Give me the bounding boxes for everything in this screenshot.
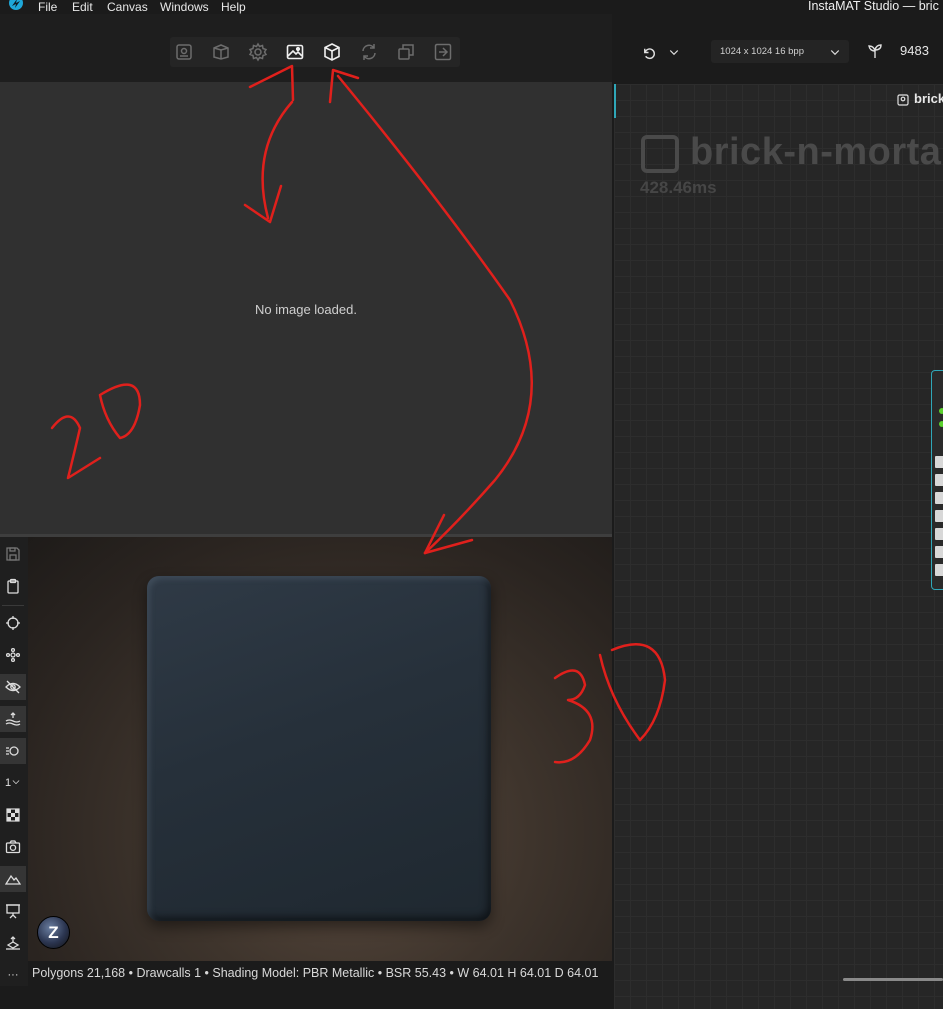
seedling-icon: [868, 44, 882, 58]
uv-set-tool[interactable]: 1: [0, 770, 26, 796]
preview-cube-mesh: [147, 576, 491, 921]
node-graph-canvas[interactable]: [614, 84, 943, 1009]
graph-tab-icon: [897, 94, 909, 106]
menu-bar: File Edit Canvas Windows Help InstaMAT S…: [0, 0, 943, 14]
menu-file[interactable]: File: [38, 0, 57, 14]
graph-horizontal-scrollbar[interactable]: [843, 978, 943, 981]
random-seed-value[interactable]: 9483: [900, 43, 929, 58]
menu-windows[interactable]: Windows: [160, 0, 209, 14]
refresh-button[interactable]: [357, 40, 381, 64]
node-port[interactable]: [935, 546, 943, 558]
presentation-icon: [6, 904, 20, 919]
viewport-status-bar: Polygons 21,168 • Drawcalls 1 • Shading …: [28, 961, 612, 986]
node-port[interactable]: [935, 564, 943, 576]
z-badge-label: Z: [48, 922, 59, 942]
node-status-dot: [939, 421, 943, 427]
water-surface-icon: [5, 712, 21, 726]
screenshot-tool[interactable]: [0, 834, 26, 860]
clipboard-tool[interactable]: [0, 573, 26, 599]
view-2d-button[interactable]: [283, 40, 307, 64]
export-arrow-icon: [434, 43, 452, 61]
refresh-icon: [362, 44, 376, 60]
visibility-tool[interactable]: [0, 674, 26, 700]
undo-icon: [643, 47, 655, 59]
terrain-icon: [5, 874, 21, 885]
node-tree-tool[interactable]: [0, 642, 26, 668]
viewport-2d[interactable]: No image loaded.: [0, 82, 612, 534]
uv-set-icon: [12, 780, 20, 785]
node-port[interactable]: [935, 474, 943, 486]
save-tool[interactable]: [0, 541, 26, 567]
graph-execution-time: 428.46ms: [640, 178, 717, 197]
graph-watermark-icon: [641, 135, 679, 173]
focus-tool[interactable]: [0, 610, 26, 636]
node-status-dot: [939, 408, 943, 414]
active-tab-indicator: [614, 84, 616, 118]
crosshair-icon: [6, 616, 20, 630]
chevron-down-icon: [830, 50, 840, 56]
node-port[interactable]: [935, 492, 943, 504]
menu-help[interactable]: Help: [221, 0, 246, 14]
resolution-value: 1024 x 1024 16 bpp: [720, 46, 804, 57]
settings-button[interactable]: [246, 40, 270, 64]
water-tool[interactable]: [0, 706, 26, 732]
presentation-tool[interactable]: [0, 898, 26, 924]
node-graph-icon: [176, 44, 192, 60]
cube-3d-icon: [324, 43, 340, 61]
open-box-icon: [213, 44, 229, 60]
graph-tab[interactable]: brick: [914, 91, 943, 106]
settings-gear-icon: [248, 42, 268, 62]
resolution-select[interactable]: 1024 x 1024 16 bpp: [711, 40, 849, 63]
undo-button[interactable]: [637, 41, 659, 63]
viewport-3d[interactable]: Z: [28, 537, 612, 961]
node-tree-icon: [5, 647, 21, 663]
lighting-icon: [6, 746, 19, 756]
pedestal-tool[interactable]: [0, 930, 26, 956]
clipboard-icon: [7, 578, 19, 594]
checker-icon: [6, 808, 20, 822]
eye-visibility-icon: [5, 680, 21, 694]
checker-tool[interactable]: [0, 802, 26, 828]
instamat-logo-icon[interactable]: [6, 0, 26, 13]
side-divider: [2, 605, 24, 606]
window-title: InstaMAT Studio — bric: [808, 0, 939, 13]
undo-history-dropdown[interactable]: [666, 43, 682, 61]
viewport-side-toolbar: 1 ···: [0, 537, 28, 986]
terrain-tool[interactable]: [0, 866, 26, 892]
node-port[interactable]: [935, 510, 943, 522]
windows-button[interactable]: [394, 40, 418, 64]
camera-icon: [5, 840, 21, 854]
package-button[interactable]: [209, 40, 233, 64]
chevron-down-icon: [669, 50, 679, 56]
menu-edit[interactable]: Edit: [72, 0, 93, 14]
lighting-tool[interactable]: [0, 738, 26, 764]
seed-button[interactable]: [864, 40, 886, 62]
menu-canvas[interactable]: Canvas: [107, 0, 148, 14]
more-icon: ···: [7, 969, 19, 981]
save-icon: [6, 547, 20, 561]
graph-title-watermark: brick-n-morta: [690, 131, 942, 173]
node-port[interactable]: [935, 528, 943, 540]
export-button[interactable]: [431, 40, 455, 64]
more-tool[interactable]: ···: [0, 962, 26, 988]
node-port[interactable]: [935, 456, 943, 468]
no-image-message: No image loaded.: [255, 302, 357, 317]
pedestal-icon: [6, 936, 20, 950]
node-graph-button[interactable]: [172, 40, 196, 64]
z-up-axis-icon[interactable]: Z: [37, 916, 70, 949]
view-3d-button[interactable]: [320, 40, 344, 64]
image-2d-icon: [286, 44, 304, 60]
windows-stack-icon: [398, 44, 414, 60]
